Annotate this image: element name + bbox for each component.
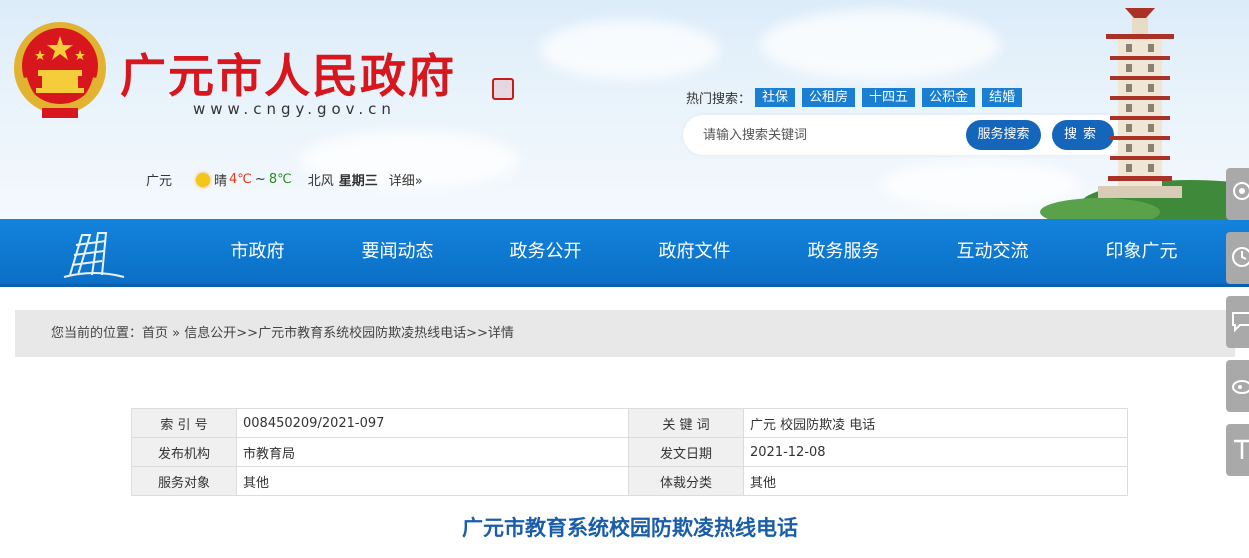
text-size-icon[interactable] <box>1226 424 1249 476</box>
clock-icon[interactable] <box>1226 232 1249 284</box>
gate-logo-icon <box>63 232 125 278</box>
nav-item-services[interactable]: 政务服务 <box>796 219 891 284</box>
breadcrumb-section[interactable]: 信息公开 <box>184 326 236 341</box>
weibo-icon[interactable] <box>1226 360 1249 412</box>
weather-wind: 北风 <box>307 174 334 189</box>
breadcrumb-home[interactable]: 首页 <box>142 326 168 341</box>
weather-weekday: 星期三 <box>338 174 378 189</box>
info-value: 广元 校园防欺凌 电话 <box>743 408 1128 438</box>
sun-icon <box>196 172 211 187</box>
service-search-button[interactable]: 服务搜索 <box>966 120 1041 150</box>
article-title: 广元市教育系统校园防欺凌热线电话 <box>462 516 798 540</box>
info-value: 其他 <box>743 466 1128 496</box>
breadcrumb-separator: >> <box>236 326 259 341</box>
table-row: 索 引 号 008450209/2021-097 关 键 词 广元 校园防欺凌 … <box>131 408 1128 438</box>
site-title[interactable]: 广元市人民政府 <box>120 40 456 106</box>
nav-item-government[interactable]: 市政府 <box>210 219 305 284</box>
nav-item-impression[interactable]: 印象广元 <box>1094 219 1189 284</box>
hot-tag[interactable]: 十四五 <box>862 88 916 107</box>
hot-search: 热门搜索： 社保 公租房 十四五 公积金 结婚 <box>686 88 1029 107</box>
search-input[interactable] <box>703 125 963 145</box>
info-value: 市教育局 <box>236 437 629 467</box>
breadcrumb-separator: » <box>168 326 185 341</box>
info-value: 008450209/2021-097 <box>236 408 629 438</box>
document-info-table: 索 引 号 008450209/2021-097 关 键 词 广元 校园防欺凌 … <box>131 408 1128 496</box>
service-icon[interactable] <box>1226 168 1249 220</box>
chat-icon[interactable] <box>1226 296 1249 348</box>
seal-stamp-icon <box>492 78 514 100</box>
info-key: 关 键 词 <box>628 408 744 438</box>
breadcrumb-current: 详情 <box>487 326 514 341</box>
tower-illustration <box>1040 8 1249 219</box>
weather-detail-link[interactable]: 详细» <box>389 170 423 189</box>
info-key: 体裁分类 <box>628 466 744 496</box>
hot-search-label: 热门搜索： <box>686 92 752 107</box>
table-row: 服务对象 其他 体裁分类 其他 <box>131 466 1128 496</box>
info-key: 发文日期 <box>628 437 744 467</box>
nav-item-public-affairs[interactable]: 政务公开 <box>498 219 593 284</box>
breadcrumb-prefix: 您当前的位置： <box>51 326 143 341</box>
site-url: www.cngy.gov.cn <box>193 100 396 118</box>
side-toolbar <box>1226 168 1249 488</box>
weather-temp-low: 4℃ <box>229 172 252 187</box>
info-value: 其他 <box>236 466 629 496</box>
weather-city: 广元 <box>146 174 173 189</box>
info-key: 索 引 号 <box>131 408 237 438</box>
table-row: 发布机构 市教育局 发文日期 2021-12-08 <box>131 437 1128 467</box>
national-emblem-icon <box>14 22 106 118</box>
hot-tag[interactable]: 社保 <box>755 88 796 107</box>
hot-tag[interactable]: 公积金 <box>922 88 976 107</box>
weather-tilde: ~ <box>254 172 266 187</box>
weather-widget: 广元 晴 4℃ ~ 8℃ 北风 星期三 详细» <box>146 170 428 189</box>
weather-temp-high: 8℃ <box>268 172 292 187</box>
nav-item-news[interactable]: 要闻动态 <box>350 219 445 284</box>
info-value: 2021-12-08 <box>743 437 1128 467</box>
nav-item-documents[interactable]: 政府文件 <box>647 219 742 284</box>
hot-tag[interactable]: 结婚 <box>982 88 1023 107</box>
info-key: 服务对象 <box>131 466 237 496</box>
weather-condition: 晴 <box>214 174 228 189</box>
breadcrumb-separator: >> <box>466 326 488 341</box>
nav-item-interaction[interactable]: 互动交流 <box>945 219 1040 284</box>
header-banner: 广元市人民政府 www.cngy.gov.cn 广元 晴 4℃ ~ 8℃ 北风 … <box>0 0 1249 219</box>
hot-tag[interactable]: 公租房 <box>802 88 856 107</box>
breadcrumb-topic[interactable]: 广元市教育系统校园防欺凌热线电话 <box>258 326 466 341</box>
info-key: 发布机构 <box>131 437 237 467</box>
main-nav: 市政府 要闻动态 政务公开 政府文件 政务服务 互动交流 印象广元 <box>0 219 1249 287</box>
breadcrumb: 您当前的位置：首页 » 信息公开>>广元市教育系统校园防欺凌热线电话>>详情 <box>15 310 1235 357</box>
